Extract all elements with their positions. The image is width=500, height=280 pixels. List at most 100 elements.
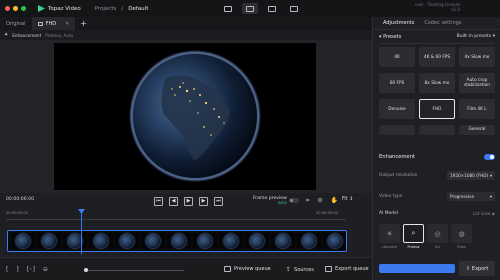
view-side-button[interactable] <box>286 3 302 14</box>
output-resolution-select[interactable]: 1920×1080 (FHD) ▾ <box>447 171 495 180</box>
app-version: v1.0 <box>451 7 460 12</box>
play-icon[interactable]: ▶ <box>184 197 193 206</box>
preset-8x-slow-mo[interactable]: 8x Slow mo <box>419 73 455 93</box>
timeline-zoom-slider[interactable] <box>84 268 184 272</box>
film-icon <box>37 21 43 26</box>
transport-buttons: ⏮ ◀ ▶ ▶ ⏭ <box>154 197 223 206</box>
enhancement-label: Enhancement <box>379 154 415 160</box>
model-label: Upscaled <box>382 245 397 249</box>
preset-4k[interactable]: 4K <box>379 47 415 67</box>
video-frame[interactable] <box>54 43 316 190</box>
user-info[interactable]: user · Floating License v1.0 <box>415 2 460 12</box>
filmstrip[interactable] <box>7 230 347 252</box>
ai-model-label: AI Model <box>379 211 398 216</box>
ai-model-picker: ✳ Upscaled ⌕ Proteus ◎ Iris ◍ Rhea <box>379 224 495 249</box>
model-rhea[interactable]: ◍ Rhea <box>451 224 472 249</box>
presets-title: ▾ Presets <box>379 34 402 40</box>
model-proteus[interactable]: ⌕ Proteus <box>403 224 424 249</box>
output-resolution-label: Output resolution <box>379 173 418 178</box>
model-iris[interactable]: ◎ Iris <box>427 224 448 249</box>
minimize-window-icon[interactable] <box>13 6 18 11</box>
export-queue-button[interactable]: Export queue <box>325 266 369 272</box>
list-view-toggle[interactable]: List view ◉ <box>473 211 495 216</box>
view-mode-switcher <box>220 3 302 14</box>
tab-label: Original <box>6 20 26 27</box>
preset-general[interactable]: General <box>459 125 495 135</box>
model-label: Rhea <box>457 245 466 249</box>
tab-fhd[interactable]: FHD ✕ <box>31 17 76 30</box>
playhead[interactable] <box>81 210 82 254</box>
split-view-icon <box>224 5 232 12</box>
presets-filter-dropdown[interactable]: Built-in presets ▾ <box>457 34 495 40</box>
preset-fhd[interactable]: FHD <box>419 99 455 119</box>
presets-header[interactable]: ▾ Presets Built-in presets ▾ <box>379 34 495 40</box>
upload-icon: ⇪ <box>286 266 292 273</box>
close-tab-icon[interactable]: ✕ <box>65 21 69 27</box>
sources-label: Sources <box>294 266 314 273</box>
film-frame <box>219 233 243 249</box>
sources-button[interactable]: ⇪ Sources <box>286 266 314 273</box>
tab-original[interactable]: Original <box>0 17 32 30</box>
model-upscaled[interactable]: ✳ Upscaled <box>379 224 400 249</box>
preset-denoise[interactable]: Denoise <box>379 99 415 119</box>
hand-icon[interactable]: ✋ <box>331 197 338 205</box>
preset-60fps[interactable]: 60 FPS <box>379 73 415 93</box>
timeline-track <box>6 219 346 220</box>
video-viewer[interactable] <box>0 40 372 193</box>
tab-codec-settings[interactable]: Codec settings <box>424 20 461 26</box>
output-resolution-value: 1920×1080 (FHD) <box>450 173 489 178</box>
trim-in-icon[interactable]: [ <box>6 266 8 273</box>
breadcrumb-separator: / <box>121 5 124 12</box>
ruler-label: 00:00:05:00 <box>316 211 338 215</box>
starlight-icon: ✳ <box>379 224 400 243</box>
view-compare-button[interactable] <box>264 3 280 14</box>
close-window-icon[interactable] <box>5 6 10 11</box>
skip-to-start-icon[interactable]: ⏮ <box>154 197 163 206</box>
settings-panel: Adjustments Codec settings ▾ Presets Bui… <box>372 17 500 280</box>
trim-tools: [ ] [◦] ⊖ <box>6 266 48 273</box>
skip-to-end-icon[interactable]: ⏭ <box>214 197 223 206</box>
zoom-fit-dropdown[interactable]: Fit ↕ <box>342 197 353 202</box>
film-frame <box>115 233 139 249</box>
step-back-icon[interactable]: ◀ <box>169 197 178 206</box>
breadcrumb-projects[interactable]: Projects <box>95 6 117 12</box>
trim-out-icon[interactable]: ] <box>16 266 18 273</box>
presets-title-text: Presets <box>383 34 402 40</box>
title-bar: Topaz Video Projects / Default user · Fl… <box>0 0 500 17</box>
crop-icon[interactable]: ⌗ <box>306 197 309 205</box>
side-view-icon <box>290 5 298 12</box>
export-queue-label: Export queue <box>335 266 369 272</box>
preview-button[interactable] <box>379 264 455 273</box>
bottom-bar: [ ] [◦] ⊖ Preview queue ⇪ Sources Export… <box>0 257 372 280</box>
info-detail: Proteus, Auto <box>45 32 74 38</box>
preset-film-4k[interactable]: Film 4K L <box>459 99 495 119</box>
frame-preview-toggle[interactable] <box>289 198 299 203</box>
tab-adjustments[interactable]: Adjustments <box>383 20 414 26</box>
sparkle-icon: ✦ <box>4 32 9 38</box>
timeline-ruler[interactable]: 00:00:00:00 00:00:05:00 <box>6 211 346 223</box>
window-controls[interactable] <box>5 6 26 11</box>
film-frame <box>167 233 191 249</box>
zoom-out-icon[interactable]: ⊖ <box>43 266 48 273</box>
panel-tabs: Adjustments Codec settings <box>373 17 500 30</box>
add-tab-button[interactable]: + <box>80 19 87 28</box>
preset-4k-60fps[interactable]: 4K & 60 FPS <box>419 47 455 67</box>
preset-hidden[interactable] <box>379 125 415 135</box>
preview-tabs: Original FHD ✕ + <box>0 17 372 30</box>
preset-4x-slow-mo[interactable]: 4x Slow mo <box>459 47 495 67</box>
preview-queue-label: Preview queue <box>234 266 271 272</box>
app-logo: Topaz Video <box>38 5 81 12</box>
settings-icon[interactable]: ⚙ <box>317 197 322 205</box>
export-button[interactable]: ⇪ Export <box>459 261 495 276</box>
preset-hidden[interactable] <box>419 125 455 135</box>
view-split-button[interactable] <box>220 3 236 14</box>
enhancement-toggle[interactable] <box>484 154 495 160</box>
step-forward-icon[interactable]: ▶ <box>199 197 208 206</box>
maximize-window-icon[interactable] <box>21 6 26 11</box>
preset-auto-crop-stabilization[interactable]: Auto crop stabilization <box>459 73 495 93</box>
info-title: Enhancement <box>12 32 42 38</box>
preview-queue-button[interactable]: Preview queue <box>224 266 271 272</box>
view-single-button[interactable] <box>242 3 258 14</box>
video-type-select[interactable]: Progressive ▾ <box>447 192 495 201</box>
trim-range-icon[interactable]: [◦] <box>27 266 35 273</box>
